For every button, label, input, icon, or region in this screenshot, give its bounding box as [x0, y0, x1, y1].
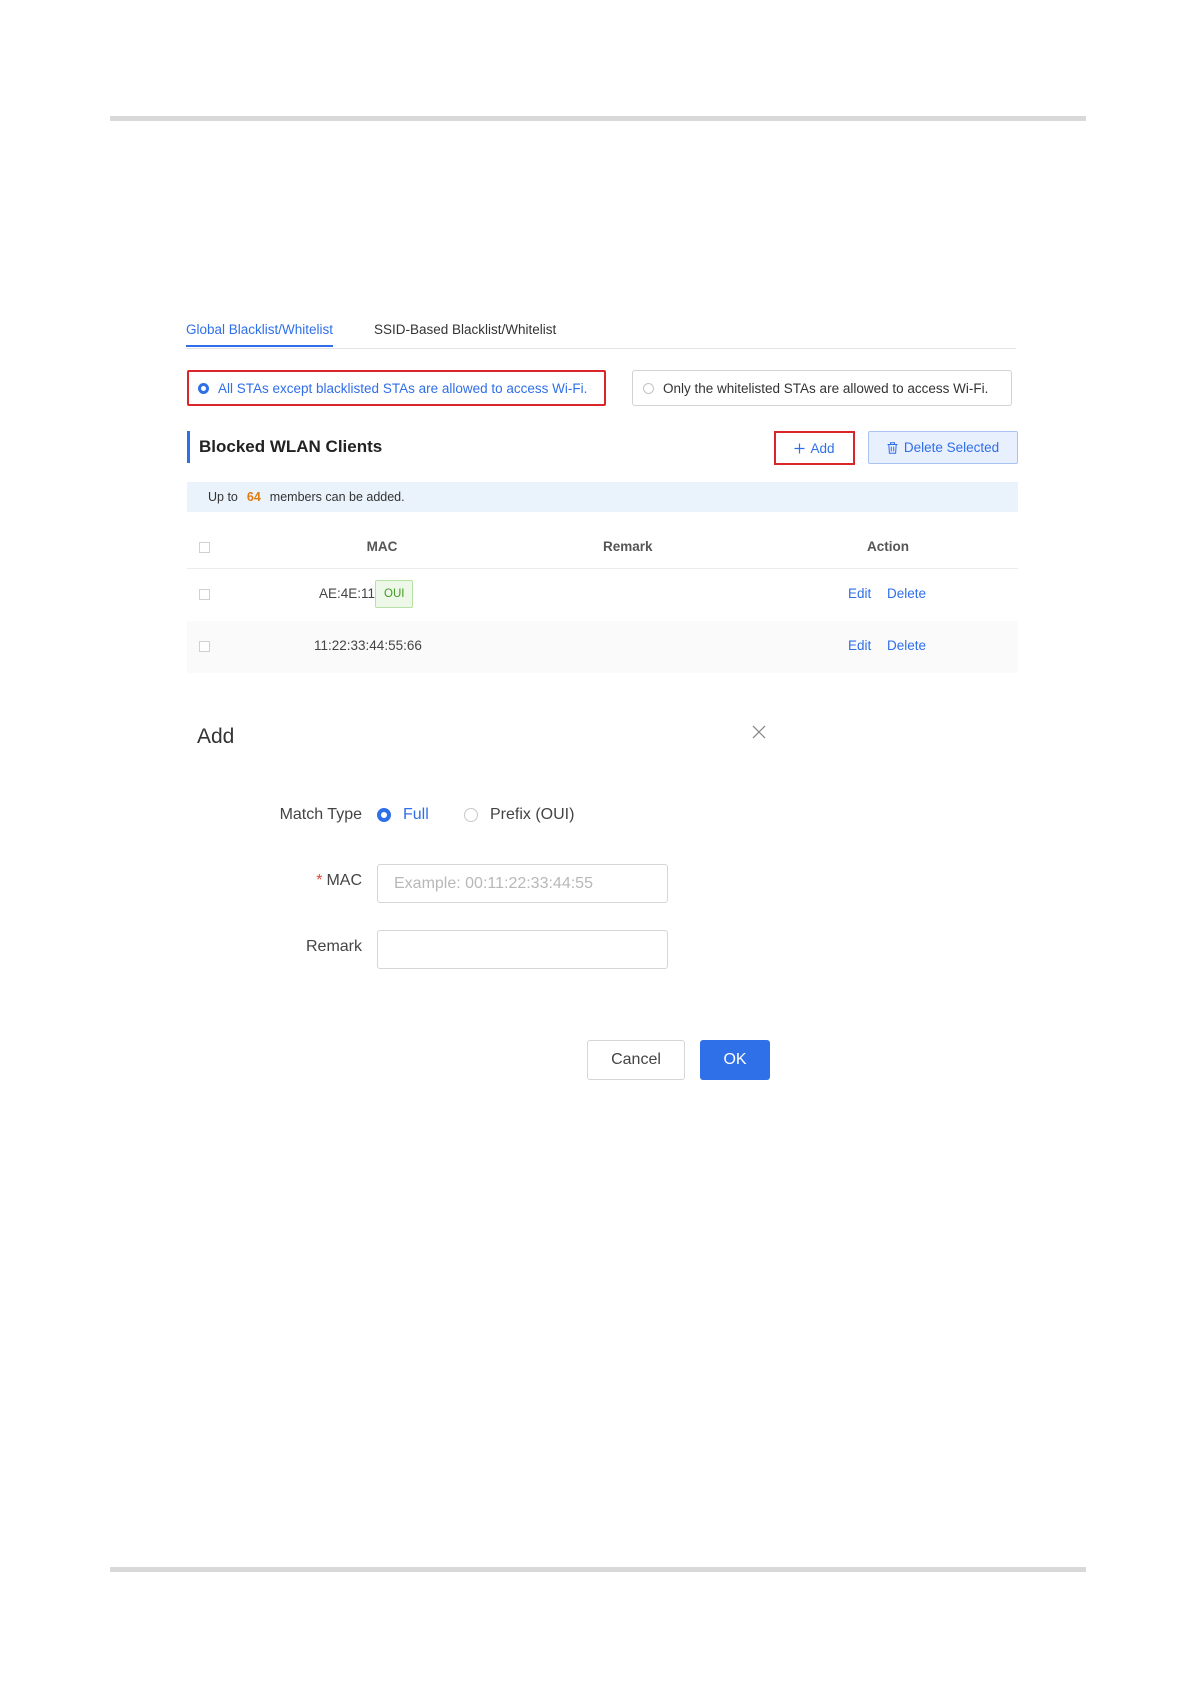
add-button[interactable]: Add — [774, 431, 855, 465]
member-limit-notice: Up to 64 members can be added. — [187, 482, 1018, 512]
trash-icon — [887, 441, 898, 454]
mode-option-whitelist[interactable]: Only the whitelisted STAs are allowed to… — [632, 370, 1012, 406]
mode-option-blacklist-label: All STAs except blacklisted STAs are all… — [218, 380, 588, 396]
member-limit-suffix: members can be added. — [269, 490, 405, 504]
mode-option-blacklist[interactable]: All STAs except blacklisted STAs are all… — [187, 370, 606, 406]
radio-selected-icon — [377, 808, 391, 822]
delete-selected-label: Delete Selected — [903, 440, 1000, 455]
tab-ssid-based-blacklist-whitelist[interactable]: SSID-Based Blacklist/Whitelist — [374, 322, 556, 337]
add-button-label: Add — [810, 440, 835, 456]
table-header: MAC Remark Action — [187, 527, 1018, 569]
match-type-label: Match Type — [279, 806, 362, 823]
plus-icon — [794, 443, 805, 453]
match-type-full-option[interactable]: Full — [377, 806, 429, 824]
oui-badge: OUI — [375, 580, 414, 608]
table-row: 11:22:33:44:55:66 Edit Delete — [187, 621, 1018, 673]
select-all-checkbox[interactable] — [199, 542, 210, 553]
remark-field-label: Remark — [305, 938, 362, 955]
mode-option-whitelist-label: Only the whitelisted STAs are allowed to… — [663, 380, 989, 396]
radio-unselected-icon — [464, 808, 478, 822]
tab-global-blacklist-whitelist[interactable]: Global Blacklist/Whitelist — [186, 322, 334, 347]
row-checkbox[interactable] — [199, 641, 210, 652]
section-title: Blocked WLAN Clients — [187, 431, 382, 463]
edit-link[interactable]: Edit — [848, 638, 871, 653]
match-type-full-label: Full — [403, 806, 429, 823]
mac-cell: 11:22:33:44:55:66 — [314, 638, 422, 653]
cancel-button[interactable]: Cancel — [587, 1040, 685, 1080]
member-limit-count: 64 — [246, 490, 261, 504]
edit-link[interactable]: Edit — [848, 586, 871, 601]
mac-cell: AE:4E:11 — [319, 586, 376, 601]
match-type-prefix-label: Prefix (OUI) — [490, 806, 575, 823]
delete-link[interactable]: Delete — [887, 586, 926, 601]
column-header-remark: Remark — [603, 539, 653, 554]
delete-selected-button[interactable]: Delete Selected — [868, 431, 1018, 464]
mac-field-label-text: MAC — [326, 872, 362, 889]
member-limit-prefix: Up to — [208, 490, 238, 504]
mac-input[interactable] — [377, 864, 668, 903]
blocked-clients-table: MAC Remark Action AE:4E:11 OUI Edit Dele… — [187, 527, 1018, 673]
table-row: AE:4E:11 OUI Edit Delete — [187, 569, 1018, 621]
column-header-mac: MAC — [366, 539, 398, 554]
ok-button[interactable]: OK — [700, 1040, 770, 1080]
row-checkbox[interactable] — [199, 589, 210, 600]
radio-unselected-icon — [643, 382, 654, 394]
dialog-title: Add — [197, 725, 235, 748]
mac-field-label: * MAC — [240, 872, 362, 890]
column-header-action: Action — [867, 539, 909, 554]
tab-bar: Global Blacklist/Whitelist SSID-Based Bl… — [186, 318, 1016, 349]
required-mark: * — [316, 872, 323, 889]
page-top-rule — [110, 116, 1086, 121]
close-icon[interactable] — [749, 722, 769, 742]
page-bottom-rule — [110, 1567, 1086, 1572]
delete-link[interactable]: Delete — [887, 638, 926, 653]
remark-input[interactable] — [377, 930, 668, 969]
radio-selected-icon — [198, 382, 209, 394]
match-type-prefix-option[interactable]: Prefix (OUI) — [464, 806, 574, 824]
